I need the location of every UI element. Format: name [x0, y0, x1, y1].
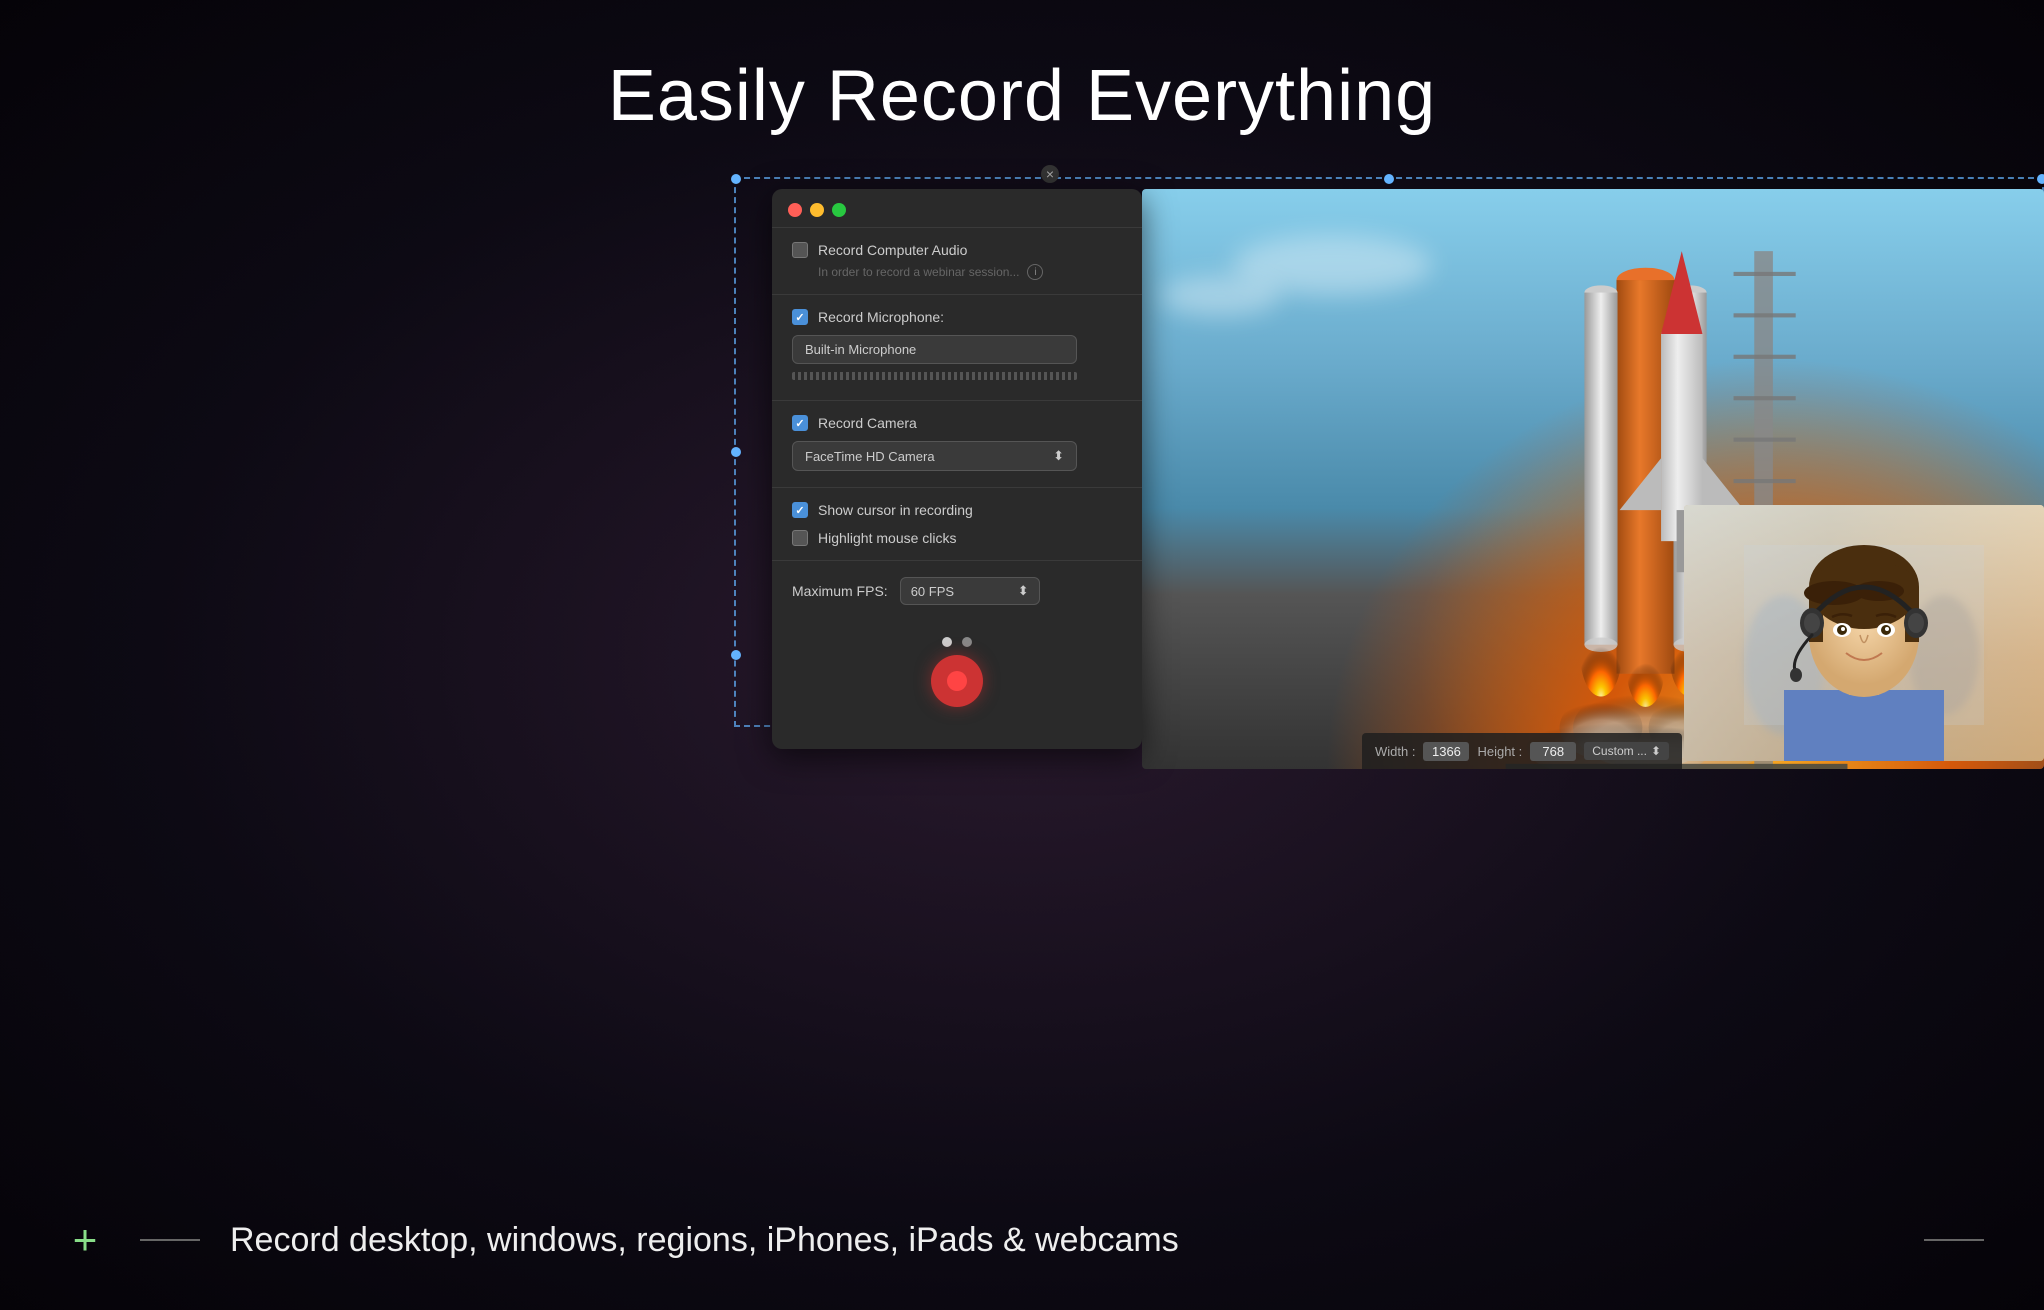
- width-label: Width :: [1375, 744, 1415, 759]
- person-svg: [1724, 505, 2004, 761]
- info-icon[interactable]: i: [1027, 264, 1043, 280]
- rocket-background: Width : 1366 Height : 768 Custom ... ⬍: [1142, 189, 2044, 769]
- highlight-clicks-label: Highlight mouse clicks: [818, 530, 957, 546]
- camera-dropdown[interactable]: FaceTime HD Camera ⬍: [792, 441, 1077, 471]
- record-button-inner: [947, 671, 967, 691]
- fps-dropdown[interactable]: 60 FPS ⬍: [900, 577, 1040, 605]
- show-cursor-row[interactable]: Show cursor in recording: [792, 496, 1122, 524]
- highlight-clicks-checkbox[interactable]: [792, 530, 808, 546]
- page-title: Easily Record Everything: [0, 0, 2044, 177]
- camera-section: Record Camera FaceTime HD Camera ⬍: [772, 400, 1142, 487]
- fps-arrow-icon: ⬍: [1018, 583, 1029, 599]
- screenshot-area: Width : 1366 Height : 768 Custom ... ⬍: [1142, 189, 2044, 769]
- plus-icon: +: [73, 1219, 98, 1261]
- height-label: Height :: [1477, 744, 1522, 759]
- microphone-dropdown[interactable]: Built-in Microphone: [792, 335, 1077, 364]
- record-audio-row[interactable]: Record Computer Audio: [792, 236, 1122, 264]
- show-cursor-checkbox[interactable]: [792, 502, 808, 518]
- record-button-wrap: [772, 655, 1142, 723]
- show-cursor-label: Show cursor in recording: [818, 502, 973, 518]
- width-value[interactable]: 1366: [1423, 742, 1469, 761]
- bottom-line-right: [1924, 1239, 1984, 1241]
- bottom-description: Record desktop, windows, regions, iPhone…: [230, 1221, 1894, 1260]
- fps-section: Maximum FPS: 60 FPS ⬍: [772, 560, 1142, 621]
- webcam-person: [1684, 505, 2044, 761]
- handle-bottom-left[interactable]: [731, 650, 741, 660]
- camera-arrow-icon: ⬍: [1053, 448, 1064, 464]
- traffic-lights: [772, 189, 1142, 227]
- minimize-button[interactable]: [810, 203, 824, 217]
- cursor-section: Show cursor in recording Highlight mouse…: [772, 487, 1142, 560]
- camera-value: FaceTime HD Camera: [805, 449, 935, 464]
- plus-icon-wrap: +: [60, 1215, 110, 1265]
- record-audio-checkbox[interactable]: [792, 242, 808, 258]
- dimension-bar: Width : 1366 Height : 768 Custom ... ⬍: [1362, 733, 1682, 769]
- record-audio-label: Record Computer Audio: [818, 242, 967, 258]
- bottom-bar: + Record desktop, windows, regions, iPho…: [0, 1170, 2044, 1310]
- record-camera-checkbox[interactable]: [792, 415, 808, 431]
- cloud-2: [1160, 276, 1280, 316]
- microphone-level-bar: [792, 372, 1077, 380]
- record-microphone-row[interactable]: Record Microphone:: [792, 303, 1122, 331]
- recording-ui: × Record Computer Audio In order to reco…: [734, 177, 2044, 787]
- maximize-button[interactable]: [832, 203, 846, 217]
- info-text-content: In order to record a webinar session...: [818, 265, 1019, 279]
- height-value[interactable]: 768: [1530, 742, 1576, 761]
- pagination-dots: [772, 621, 1142, 655]
- webcam-overlay: [1684, 505, 2044, 761]
- record-button[interactable]: [931, 655, 983, 707]
- record-microphone-checkbox[interactable]: [792, 309, 808, 325]
- fps-value: 60 FPS: [911, 584, 954, 599]
- close-button[interactable]: [788, 203, 802, 217]
- custom-label: Custom ...: [1592, 744, 1647, 758]
- audio-section: Record Computer Audio In order to record…: [772, 227, 1142, 294]
- microphone-value: Built-in Microphone: [805, 342, 916, 357]
- fps-row: Maximum FPS: 60 FPS ⬍: [792, 569, 1122, 613]
- highlight-clicks-row[interactable]: Highlight mouse clicks: [792, 524, 1122, 552]
- pagination-dot-1[interactable]: [942, 637, 952, 647]
- record-microphone-label: Record Microphone:: [818, 309, 944, 325]
- custom-dropdown[interactable]: Custom ... ⬍: [1584, 742, 1669, 760]
- microphone-section: Record Microphone: Built-in Microphone: [772, 294, 1142, 400]
- bottom-line-left: [140, 1239, 200, 1241]
- control-panel: Record Computer Audio In order to record…: [772, 189, 1142, 749]
- record-camera-row[interactable]: Record Camera: [792, 409, 1122, 437]
- handle-mid-left[interactable]: [731, 447, 741, 457]
- info-text-row: In order to record a webinar session... …: [792, 264, 1122, 286]
- record-camera-label: Record Camera: [818, 415, 917, 431]
- pagination-dot-2[interactable]: [962, 637, 972, 647]
- fps-label: Maximum FPS:: [792, 583, 888, 599]
- custom-arrow-icon: ⬍: [1651, 744, 1661, 758]
